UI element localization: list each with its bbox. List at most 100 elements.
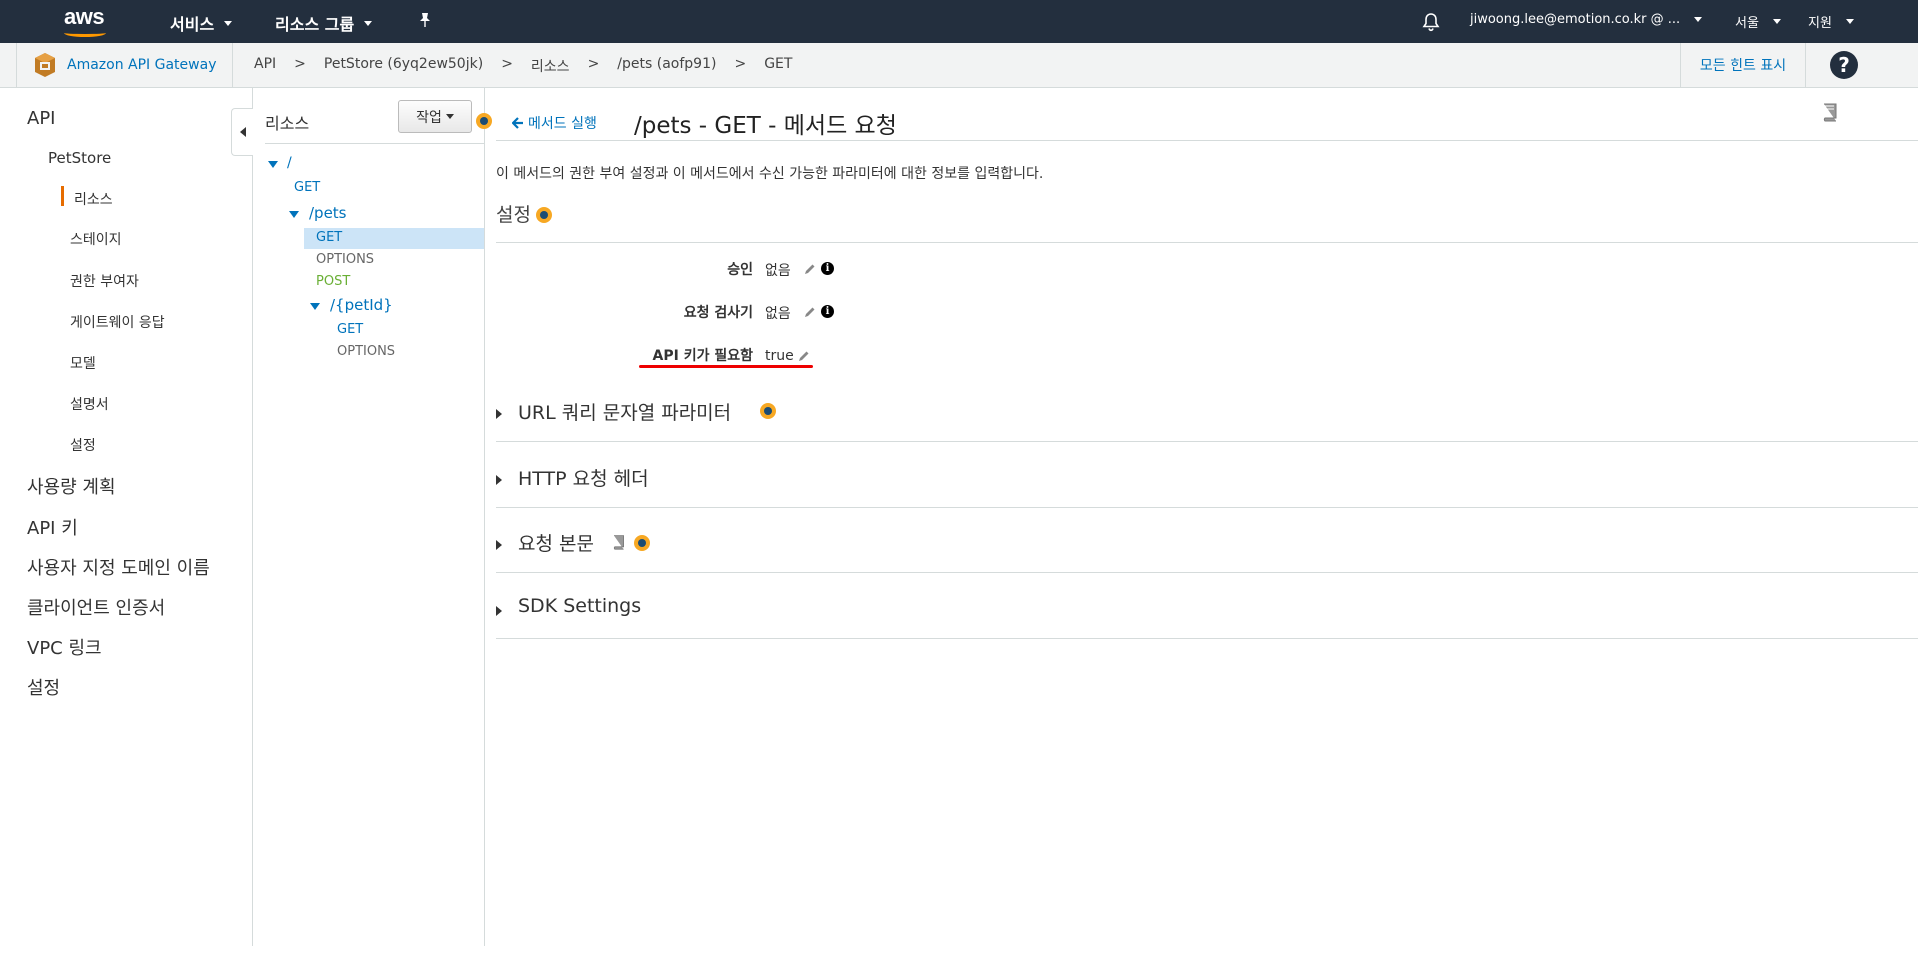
sidebar-item-settings[interactable]: 설정 <box>27 674 60 700</box>
edit-pencil-icon[interactable] <box>804 263 816 275</box>
actions-dropdown-button[interactable]: 작업 <box>398 100 472 133</box>
section-title: SDK Settings <box>518 595 642 617</box>
top-navigation-bar: aws 서비스 리소스 그룹 jiwoong.lee@emotion.co.kr… <box>0 0 1918 43</box>
chevron-down-icon <box>364 20 373 26</box>
chevron-down-icon <box>1845 19 1854 24</box>
section-title: URL 쿼리 문자열 파라미터 <box>518 402 732 424</box>
resources-panel-title: 리소스 <box>265 114 310 133</box>
sidebar-item-client-certificates[interactable]: 클라이언트 인증서 <box>27 594 165 620</box>
support-label: 지원 <box>1808 16 1832 31</box>
tree-resource-pets[interactable]: /pets <box>309 204 347 222</box>
authorization-value: 없음 <box>765 263 791 279</box>
sidebar-item-vpc-links[interactable]: VPC 링크 <box>27 634 102 660</box>
chevron-down-icon <box>1772 19 1781 24</box>
info-icon[interactable]: i <box>821 305 834 318</box>
breadcrumb-separator: > <box>587 56 600 72</box>
request-validator-value: 없음 <box>765 306 791 322</box>
actions-label: 작업 <box>416 109 442 126</box>
active-indicator <box>61 186 64 206</box>
section-title: HTTP 요청 헤더 <box>518 468 649 490</box>
chevron-down-icon <box>445 114 454 119</box>
account-menu[interactable]: jiwoong.lee@emotion.co.kr @ ... <box>1470 12 1703 27</box>
breadcrumb-bar: Amazon API Gateway API > PetStore (6yq2e… <box>0 43 1918 88</box>
book-icon[interactable] <box>610 534 626 550</box>
request-body-section[interactable]: 요청 본문 <box>496 519 1918 573</box>
chevron-down-icon <box>224 20 233 26</box>
pin-icon[interactable] <box>418 12 432 28</box>
breadcrumb-api[interactable]: API <box>254 56 276 76</box>
help-icon[interactable]: ? <box>1830 51 1858 79</box>
expand-arrow-icon[interactable] <box>289 211 299 218</box>
chevron-down-icon <box>1694 17 1703 22</box>
breadcrumb-get: GET <box>764 56 793 72</box>
resource-groups-label: 리소스 그룹 <box>275 15 355 34</box>
sidebar-item-documentation[interactable]: 설명서 <box>70 394 109 414</box>
sidebar-item-authorizers[interactable]: 권한 부여자 <box>70 271 139 291</box>
back-label: 메서드 실행 <box>528 116 597 132</box>
hint-icon[interactable] <box>634 535 650 551</box>
sidebar-item-api-keys[interactable]: API 키 <box>27 514 78 540</box>
edit-pencil-icon[interactable] <box>804 306 816 318</box>
method-request-panel: 메서드 실행 /pets - GET - 메서드 요청 이 메서드의 권한 부여… <box>486 88 1918 946</box>
info-icon[interactable]: i <box>821 262 834 275</box>
authorization-label: 승인 <box>727 262 753 278</box>
book-icon[interactable] <box>1820 102 1838 122</box>
page-description: 이 메서드의 권한 부여 설정과 이 메서드에서 수신 가능한 파라미터에 대한… <box>496 166 1044 182</box>
breadcrumb-separator: > <box>734 56 747 72</box>
collapse-sidebar-button[interactable] <box>231 108 253 156</box>
show-all-hints-button[interactable]: 모든 힌트 표시 <box>1680 43 1806 87</box>
divider <box>496 140 1918 141</box>
tree-method-petid-options[interactable]: OPTIONS <box>337 344 395 359</box>
tree-resource-root[interactable]: / <box>287 155 292 171</box>
back-to-method-execution-link[interactable]: 메서드 실행 <box>512 113 597 133</box>
services-label: 서비스 <box>170 15 215 34</box>
breadcrumb-pets[interactable]: /pets (aofp91) <box>617 56 716 76</box>
service-home-link[interactable]: Amazon API Gateway <box>16 43 233 87</box>
aws-logo[interactable]: aws <box>62 4 112 38</box>
bell-icon[interactable] <box>1422 12 1440 32</box>
sidebar-item-stages[interactable]: 스테이지 <box>70 229 122 249</box>
services-menu[interactable]: 서비스 <box>170 11 233 35</box>
edit-pencil-icon[interactable] <box>798 350 810 362</box>
section-title: 요청 본문 <box>518 533 594 555</box>
divider <box>496 441 1918 442</box>
region-menu[interactable]: 서울 <box>1735 12 1781 31</box>
chevron-right-icon <box>496 409 502 419</box>
breadcrumb-separator: > <box>501 56 513 72</box>
breadcrumb-resources[interactable]: 리소스 <box>531 56 570 76</box>
sidebar-item-models[interactable]: 모델 <box>70 353 96 373</box>
sdk-settings-section[interactable]: SDK Settings <box>496 585 1918 639</box>
sidebar-item-gateway-responses[interactable]: 게이트웨이 응답 <box>70 312 165 332</box>
support-menu[interactable]: 지원 <box>1808 12 1854 31</box>
breadcrumb: API > PetStore (6yq2ew50jk) > 리소스 > /pet… <box>254 56 792 76</box>
sidebar-item-usage-plans[interactable]: 사용량 계획 <box>27 473 116 499</box>
breadcrumb-separator: > <box>294 56 306 72</box>
tree-method-pets-get[interactable]: GET <box>316 230 342 245</box>
http-request-headers-section[interactable]: HTTP 요청 헤더 <box>496 454 1918 508</box>
breadcrumb-petstore[interactable]: PetStore (6yq2ew50jk) <box>324 56 483 76</box>
sidebar-item-api-settings[interactable]: 설정 <box>70 435 96 455</box>
settings-heading: 설정 <box>496 204 531 226</box>
sidebar-item-apis[interactable]: API <box>27 108 55 129</box>
hint-icon[interactable] <box>760 403 776 419</box>
hint-icon[interactable] <box>536 207 552 223</box>
api-gateway-icon <box>35 53 55 77</box>
expand-arrow-icon[interactable] <box>268 161 278 168</box>
tree-method-petid-get[interactable]: GET <box>337 322 363 337</box>
chevron-left-icon <box>239 127 246 137</box>
divider <box>496 572 1918 573</box>
tree-resource-petid[interactable]: /{petId} <box>330 296 393 314</box>
divider <box>265 143 484 144</box>
divider <box>496 242 1918 243</box>
sidebar-item-resources[interactable]: 리소스 <box>74 189 113 209</box>
tree-method-root-get[interactable]: GET <box>294 180 320 195</box>
resource-groups-menu[interactable]: 리소스 그룹 <box>275 11 373 35</box>
aws-smile-icon <box>64 29 106 37</box>
url-query-params-section[interactable]: URL 쿼리 문자열 파라미터 <box>496 388 1918 442</box>
expand-arrow-icon[interactable] <box>310 303 320 310</box>
account-label: jiwoong.lee@emotion.co.kr @ ... <box>1470 12 1681 27</box>
sidebar-item-custom-domains[interactable]: 사용자 지정 도메인 이름 <box>27 554 210 580</box>
tree-method-pets-options[interactable]: OPTIONS <box>316 252 374 267</box>
tree-method-pets-post[interactable]: POST <box>316 274 350 289</box>
sidebar-item-petstore[interactable]: PetStore <box>48 149 111 167</box>
